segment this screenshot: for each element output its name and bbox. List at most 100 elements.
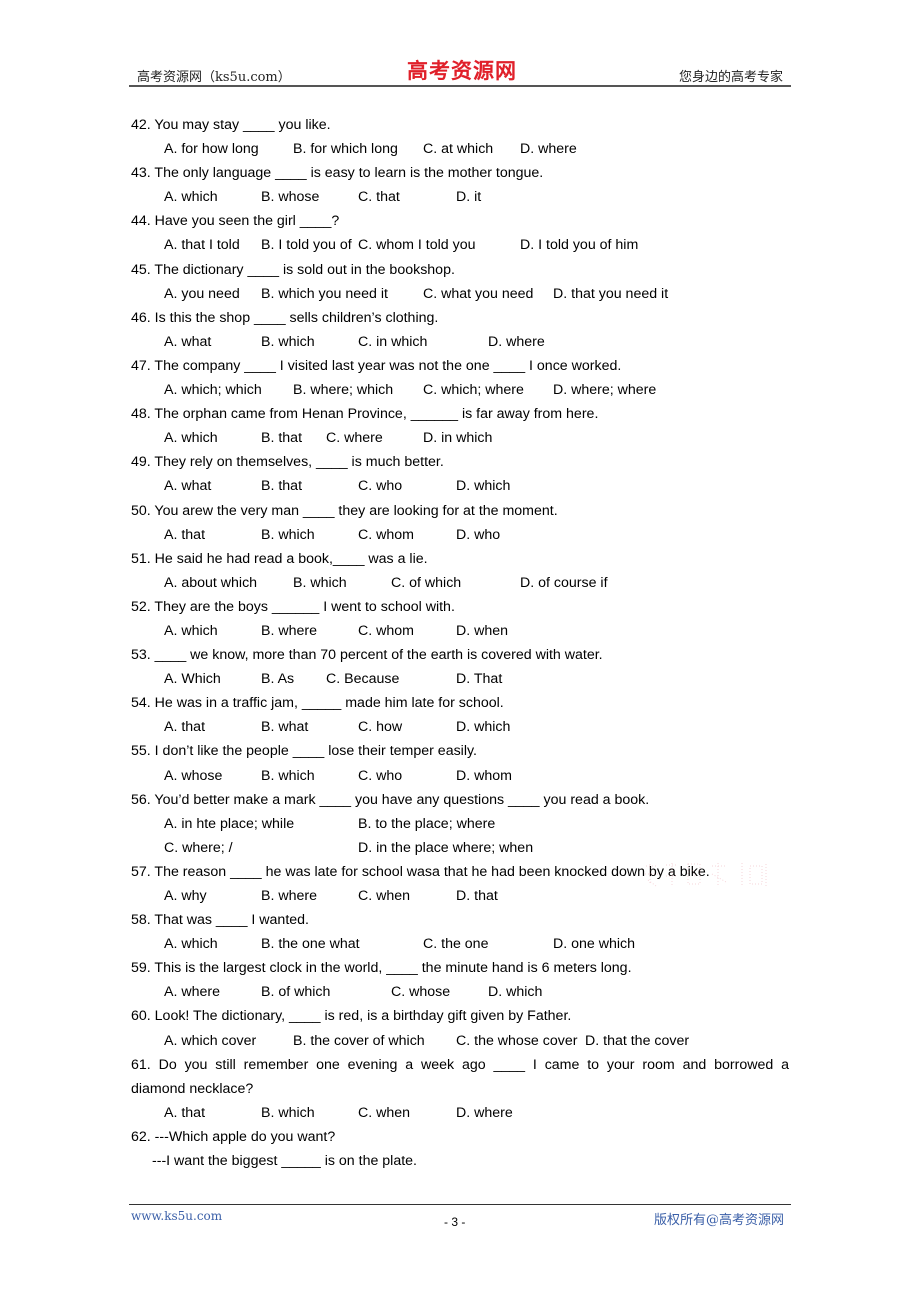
question-options: A. that B. which C. whom D. who xyxy=(131,523,789,547)
option-d: D. which xyxy=(456,719,511,736)
question-list: 42. You may stay ____ you like. A. for h… xyxy=(131,113,789,1173)
option-c: C. the whose cover xyxy=(456,1032,578,1049)
question-stem: 48. The orphan came from Henan Province,… xyxy=(131,406,599,423)
option-c: C. which; where xyxy=(423,382,524,399)
option-d: D. one which xyxy=(553,936,636,953)
option-b: B. which xyxy=(293,574,347,591)
option-b: B. of which xyxy=(261,984,331,1001)
option-b: B. which xyxy=(261,767,315,784)
question-options: A. for how long B. for which long C. at … xyxy=(131,137,789,161)
question-stem: 59. This is the largest clock in the wor… xyxy=(131,960,632,977)
option-c: C. that xyxy=(358,189,400,206)
option-a: A. which xyxy=(164,622,218,639)
dialogue-answer-line: ---I want the biggest _____ is on the pl… xyxy=(152,1153,417,1170)
option-c: C. Because xyxy=(326,671,400,688)
option-c: C. who xyxy=(358,478,403,495)
question-options: A. what B. that C. who D. which xyxy=(131,474,789,498)
header-logo: 高考资源网 xyxy=(407,58,517,83)
option-b: B. which xyxy=(261,526,315,543)
option-b: B. which xyxy=(261,333,315,350)
question-options: A. that B. which C. when D. where xyxy=(131,1101,789,1125)
footer-divider xyxy=(129,1204,791,1205)
option-c: C. the one xyxy=(423,936,489,953)
question-stem: 61. Do you still remember one evening a … xyxy=(131,1056,789,1073)
option-a: A. whose xyxy=(164,767,223,784)
option-b: B. that xyxy=(261,478,303,495)
option-b: B. where xyxy=(261,622,317,639)
question-options: A. Which B. As C. Because D. That xyxy=(131,667,789,691)
option-c: C. whom I told you xyxy=(358,237,476,254)
question-stem: 62. ---Which apple do you want? xyxy=(131,1128,336,1145)
question-stem: 55. I don’t like the people ____ lose th… xyxy=(131,743,477,760)
question-stem: 53. ____ we know, more than 70 percent o… xyxy=(131,647,603,664)
option-c: C. in which xyxy=(358,333,428,350)
option-a: A. in hte place; while xyxy=(164,815,295,832)
option-a: A. you need xyxy=(164,285,240,302)
question-stem: 46. Is this the shop ____ sells children… xyxy=(131,309,439,326)
option-a: A. that I told xyxy=(164,237,240,254)
option-a: A. which cover xyxy=(164,1032,257,1049)
question-options: A. which B. the one what C. the one D. o… xyxy=(131,932,789,956)
option-b: B. where xyxy=(261,888,317,904)
header-slogan: 您身边的高考专家 xyxy=(678,70,783,85)
option-c: C. what you need xyxy=(423,285,534,302)
option-b: B. which you need it xyxy=(261,285,388,302)
question-stem: 47. The company ____ I visited last year… xyxy=(131,357,622,374)
question-options: A. which; which B. where; which C. which… xyxy=(131,378,789,402)
page-number: - 3 - xyxy=(444,1215,466,1229)
option-d: D. which xyxy=(456,478,511,495)
option-a: A. that xyxy=(164,719,206,736)
option-b: B. I told you of xyxy=(261,237,352,254)
question-options: A. in hte place; while B. to the place; … xyxy=(131,812,789,836)
question-options: A. that B. what C. how D. which xyxy=(131,715,789,739)
option-d: D. That xyxy=(456,671,503,688)
option-a: A. which xyxy=(164,189,218,206)
option-b: B. for which long xyxy=(293,141,398,158)
option-c: C. at which xyxy=(423,141,494,158)
option-d: D. that the cover xyxy=(585,1032,690,1049)
option-d: D. whom xyxy=(456,767,512,784)
option-a: A. which xyxy=(164,430,218,447)
question-stem: 50. You arew the very man ____ they are … xyxy=(131,502,558,519)
question-options: A. where B. of which C. whose D. which xyxy=(131,980,789,1004)
option-d: D. in which xyxy=(423,430,493,447)
watermark-stamp xyxy=(645,863,767,888)
option-a: A. where xyxy=(164,984,220,1001)
option-c: C. whose xyxy=(391,984,451,1001)
option-a: A. Which xyxy=(164,671,221,688)
question-stem-continued: diamond necklace? xyxy=(131,1080,254,1097)
option-b: B. the cover of which xyxy=(293,1032,425,1049)
option-c: C. when xyxy=(358,1104,411,1121)
option-d: D. who xyxy=(456,526,501,543)
question-options: A. which cover B. the cover of which C. … xyxy=(131,1029,789,1053)
option-d: D. that xyxy=(456,888,498,904)
option-b: B. that xyxy=(261,430,303,447)
option-d: D. when xyxy=(456,622,509,639)
option-a: A. what xyxy=(164,333,212,350)
option-a: A. that xyxy=(164,1104,206,1121)
option-d: D. where xyxy=(488,333,545,350)
question-options: A. whose B. which C. who D. whom xyxy=(131,764,789,788)
question-stem: 60. Look! The dictionary, ____ is red, i… xyxy=(131,1008,572,1025)
page-header: 高考资源网（ks5u.com） 高考资源网 您身边的高考专家 xyxy=(129,55,791,87)
option-a: A. about which xyxy=(164,574,258,591)
question-stem: 44. Have you seen the girl ____? xyxy=(131,213,340,230)
footer-website-link[interactable]: www.ks5u.com xyxy=(131,1209,222,1223)
option-a: A. that xyxy=(164,526,206,543)
question-options: A. you need B. which you need it C. what… xyxy=(131,282,789,306)
question-stem: 43. The only language ____ is easy to le… xyxy=(131,165,544,182)
question-options: A. what B. which C. in which D. where xyxy=(131,330,789,354)
option-c: C. who xyxy=(358,767,403,784)
option-b: B. whose xyxy=(261,189,320,206)
option-b: B. to the place; where xyxy=(358,815,496,832)
header-divider xyxy=(129,85,791,87)
option-d: D. of course if xyxy=(520,574,608,591)
question-options: A. which B. where C. whom D. when xyxy=(131,619,789,643)
question-stem: 45. The dictionary ____ is sold out in t… xyxy=(131,261,455,278)
header-site-name: 高考资源网（ks5u.com） xyxy=(137,70,291,85)
option-b: B. where; which xyxy=(293,382,394,399)
question-stem: 52. They are the boys ______ I went to s… xyxy=(131,598,455,615)
option-d: D. I told you of him xyxy=(520,237,639,254)
option-b: B. As xyxy=(261,671,295,688)
question-stem: 49. They rely on themselves, ____ is muc… xyxy=(131,454,444,471)
